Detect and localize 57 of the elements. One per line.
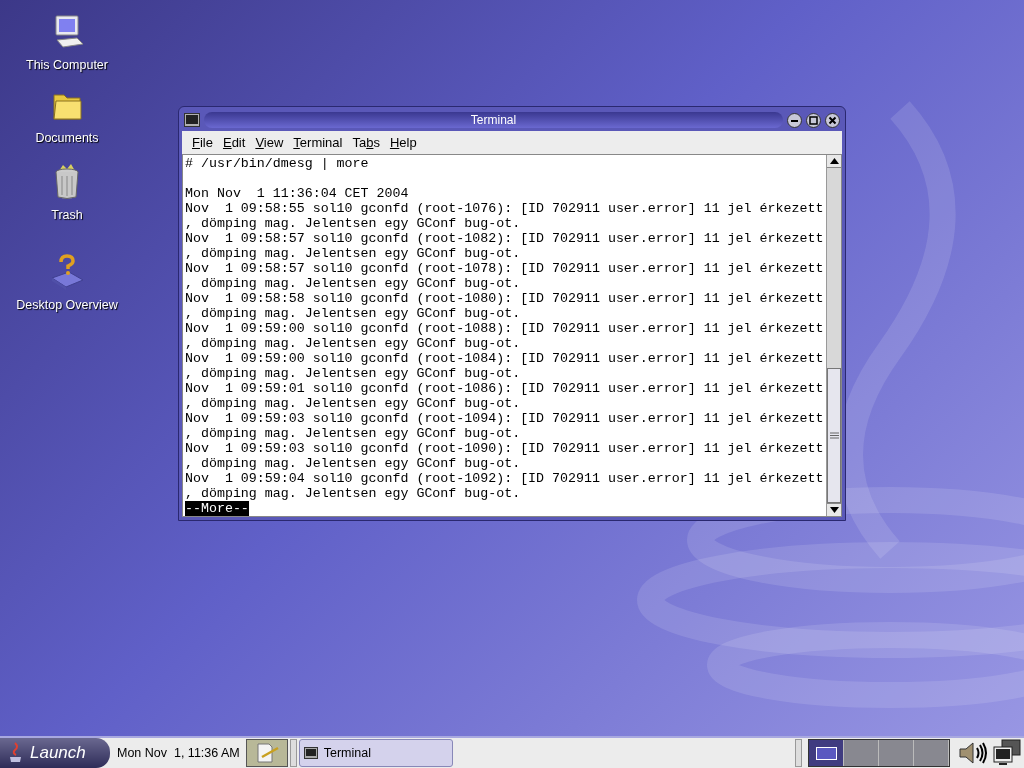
terminal-line: , dömping mag. Jelentsen egy GConf bug-ot. — [185, 276, 521, 291]
terminal-icon — [184, 113, 200, 127]
window-title: Terminal — [470, 114, 517, 126]
workspace[interactable] — [809, 740, 844, 766]
terminal-line: Nov 1 09:58:58 sol10 gconfd (root-1080): [ID 702911 user.error] 11 jel érkezett — [185, 291, 824, 306]
volume-icon[interactable] — [958, 740, 988, 766]
terminal-icon — [303, 747, 318, 759]
network-icon[interactable] — [992, 739, 1022, 767]
terminal-line: , dömping mag. Jelentsen egy GConf bug-ot. — [185, 486, 521, 501]
terminal-line: , dömping mag. Jelentsen egy GConf bug-ot. — [185, 246, 521, 261]
close-icon[interactable] — [825, 112, 840, 128]
show-desktop-button[interactable] — [245, 739, 288, 767]
terminal-line: Nov 1 09:58:57 sol10 gconfd (root-1082): [ID 702911 user.error] 11 jel érkezett — [185, 231, 824, 246]
menu-item[interactable]: Help — [385, 132, 421, 153]
command-line: # /usr/bin/dmesg | more — [185, 156, 369, 171]
menu-item[interactable]: Tabs — [348, 132, 384, 153]
maximize-icon[interactable] — [806, 112, 821, 128]
terminal-line: Nov 1 09:59:00 sol10 gconfd (root-1084): [ID 702911 user.error] 11 jel érkezett — [185, 351, 824, 366]
desktop-icon-label[interactable]: Desktop Overview — [12, 298, 122, 313]
terminal-line: Nov 1 09:59:03 sol10 gconfd (root-1090): [ID 702911 user.error] 11 jel érkezett — [185, 441, 824, 456]
desktop-icon-label[interactable]: Documents — [12, 131, 122, 146]
menu-item[interactable]: Terminal — [289, 132, 347, 153]
terminal-line: , dömping mag. Jelentsen egy GConf bug-ot. — [185, 396, 521, 411]
terminal-line: , dömping mag. Jelentsen egy GConf bug-ot. — [185, 306, 521, 321]
terminal-line: Nov 1 09:59:03 sol10 gconfd (root-1094): [ID 702911 user.error] 11 jel érkezett — [185, 411, 824, 426]
trash-icon — [53, 164, 81, 200]
panel-handle[interactable] — [795, 739, 802, 767]
help-book-icon — [49, 254, 85, 290]
desktop-icon-label[interactable]: Trash — [12, 208, 122, 223]
minimize-icon[interactable] — [787, 112, 802, 128]
terminal-line: , dömping mag. Jelentsen egy GConf bug-ot. — [185, 456, 521, 471]
terminal-line: Nov 1 09:59:04 sol10 gconfd (root-1092): [ID 702911 user.error] 11 jel érkezett — [185, 471, 824, 486]
terminal-line: , dömping mag. Jelentsen egy GConf bug-ot. — [185, 366, 521, 381]
clock[interactable]: Mon Nov 1, 11:36 AM — [117, 743, 240, 763]
terminal-line: Nov 1 09:58:55 sol10 gconfd (root-1076): [ID 702911 user.error] 11 jel érkezett — [185, 201, 824, 216]
terminal-line: Mon Nov 1 11:36:04 CET 2004 — [185, 186, 409, 201]
grip-icon — [829, 432, 839, 439]
terminal-line: Nov 1 09:59:00 sol10 gconfd (root-1088): [ID 702911 user.error] 11 jel érkezett — [185, 321, 824, 336]
scroll-thumb[interactable] — [827, 368, 841, 503]
window-thumbnail — [815, 746, 837, 760]
terminal-line: , dömping mag. Jelentsen egy GConf bug-ot. — [185, 426, 521, 441]
scrollbar[interactable] — [826, 155, 841, 516]
pager-prompt: --More-- — [185, 501, 249, 516]
menu-item[interactable]: Edit — [218, 132, 250, 153]
menu-item[interactable]: File — [188, 132, 217, 153]
menu-item[interactable]: View — [251, 132, 288, 153]
cup-icon — [8, 742, 24, 764]
terminal-line: , dömping mag. Jelentsen egy GConf bug-ot. — [185, 336, 521, 351]
taskbar-task[interactable]: Terminal — [298, 739, 453, 767]
desktop-icon-label[interactable]: This Computer — [12, 58, 122, 73]
launch-button[interactable]: Launch — [0, 738, 110, 768]
terminal-line: Nov 1 09:59:01 sol10 gconfd (root-1086): [ID 702911 user.error] 11 jel érkezett — [185, 381, 824, 396]
terminal-line: , dömping mag. Jelentsen egy GConf bug-ot. — [185, 216, 521, 231]
scroll-down-icon[interactable] — [829, 507, 839, 513]
panel-handle[interactable] — [289, 739, 297, 767]
scroll-up-icon[interactable] — [829, 158, 839, 164]
terminal-line: Nov 1 09:58:57 sol10 gconfd (root-1078): [ID 702911 user.error] 11 jel érkezett — [185, 261, 824, 276]
